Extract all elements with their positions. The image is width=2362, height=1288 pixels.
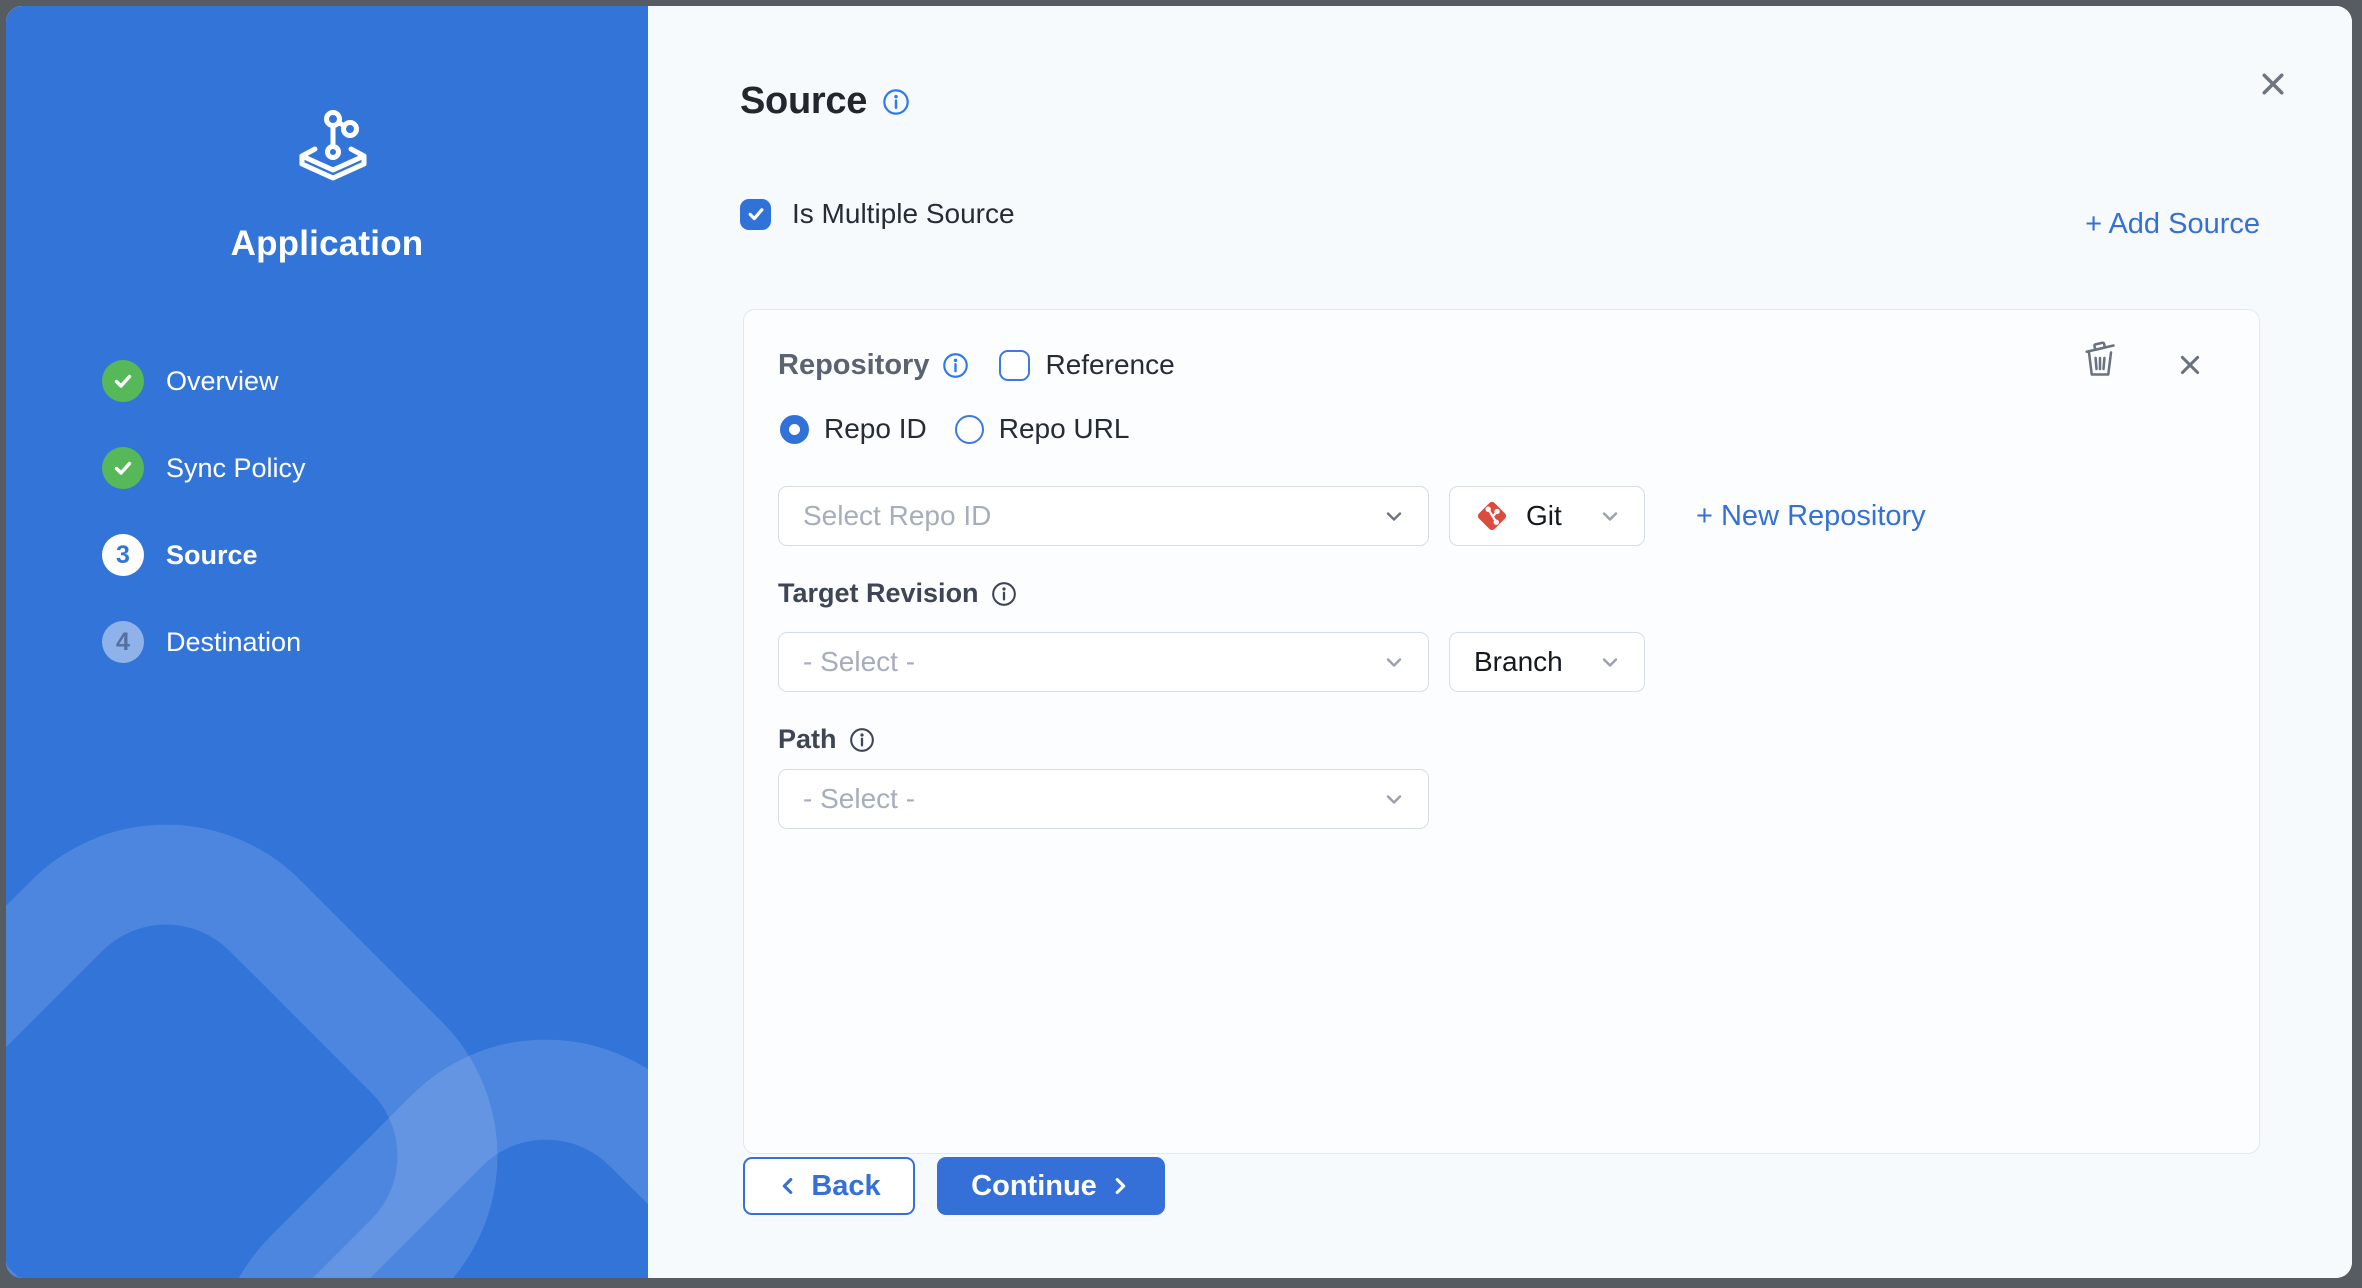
path-select-placeholder: - Select - [803, 783, 915, 815]
repo-type-value: Git [1526, 500, 1562, 532]
source-card: Repository Reference [743, 309, 2260, 1154]
chevron-down-icon [1598, 650, 1622, 674]
wizard-steps: Overview Sync Policy 3 Source 4 Destinat… [102, 360, 306, 663]
step-label: Source [166, 540, 258, 571]
repo-id-select[interactable]: Select Repo ID [778, 486, 1429, 546]
step-label: Sync Policy [166, 453, 306, 484]
check-icon [111, 369, 135, 393]
step-destination[interactable]: 4 Destination [102, 621, 306, 663]
trash-icon[interactable] [2078, 335, 2122, 383]
watermark-logo-shape [6, 746, 576, 1278]
step-label: Destination [166, 627, 301, 658]
repo-mode-radio-group: Repo ID Repo URL [780, 413, 1129, 445]
info-icon[interactable] [882, 88, 910, 116]
chevron-right-icon [1109, 1175, 1131, 1197]
step-done-circle [102, 360, 144, 402]
repository-label: Repository [778, 349, 929, 382]
continue-button[interactable]: Continue [937, 1157, 1165, 1215]
chevron-down-icon [1382, 787, 1406, 811]
application-wizard-modal: Application Overview Sync Policy 3 Sourc… [6, 6, 2352, 1278]
watermark-logo-shape [136, 961, 648, 1278]
target-revision-label: Target Revision [778, 578, 979, 609]
is-multiple-source-label: Is Multiple Source [792, 198, 1015, 230]
repo-id-radio-label: Repo ID [824, 413, 927, 445]
path-select[interactable]: - Select - [778, 769, 1429, 829]
path-label: Path [778, 724, 837, 755]
repository-header: Repository Reference [778, 346, 1175, 384]
source-step-panel: Source Is Multiple Source + Add Source R… [648, 6, 2352, 1278]
revision-type-value: Branch [1474, 646, 1563, 678]
step-overview[interactable]: Overview [102, 360, 306, 402]
step-number-circle: 3 [102, 534, 144, 576]
reference-checkbox[interactable] [999, 350, 1030, 381]
target-revision-placeholder: - Select - [803, 646, 915, 678]
target-revision-select[interactable]: - Select - [778, 632, 1429, 692]
back-button[interactable]: Back [743, 1157, 915, 1215]
info-icon[interactable] [991, 581, 1017, 607]
chevron-down-icon [1382, 504, 1406, 528]
check-icon [746, 204, 766, 224]
repo-url-radio[interactable] [955, 415, 984, 444]
wizard-sidebar: Application Overview Sync Policy 3 Sourc… [6, 6, 648, 1278]
check-icon [111, 456, 135, 480]
remove-source-icon[interactable] [2174, 350, 2206, 382]
git-icon [1474, 498, 1510, 534]
repo-url-radio-label: Repo URL [999, 413, 1130, 445]
step-sync-policy[interactable]: Sync Policy [102, 447, 306, 489]
info-icon[interactable] [849, 727, 875, 753]
chevron-left-icon [777, 1175, 799, 1197]
chevron-down-icon [1382, 650, 1406, 674]
info-icon[interactable] [942, 352, 969, 379]
close-icon[interactable] [2251, 62, 2295, 106]
back-button-label: Back [811, 1170, 880, 1203]
is-multiple-source-row: Is Multiple Source [740, 198, 1015, 230]
repo-type-select[interactable]: Git [1449, 486, 1645, 546]
step-source[interactable]: 3 Source [102, 534, 306, 576]
step-number-circle: 4 [102, 621, 144, 663]
target-revision-label-row: Target Revision [778, 578, 1017, 609]
application-icon [292, 102, 374, 186]
chevron-down-icon [1598, 504, 1622, 528]
revision-type-select[interactable]: Branch [1449, 632, 1645, 692]
step-done-circle [102, 447, 144, 489]
is-multiple-source-checkbox[interactable] [740, 199, 771, 230]
page-title: Source [740, 80, 867, 123]
repo-id-select-placeholder: Select Repo ID [803, 500, 991, 532]
add-source-link[interactable]: + Add Source [2085, 208, 2260, 241]
continue-button-label: Continue [971, 1170, 1097, 1203]
reference-label: Reference [1045, 349, 1174, 381]
page-header: Source [740, 80, 910, 123]
path-label-row: Path [778, 724, 875, 755]
new-repository-link[interactable]: + New Repository [1696, 500, 1926, 533]
step-label: Overview [166, 366, 279, 397]
repo-id-radio[interactable] [780, 415, 809, 444]
wizard-title: Application [6, 224, 648, 264]
